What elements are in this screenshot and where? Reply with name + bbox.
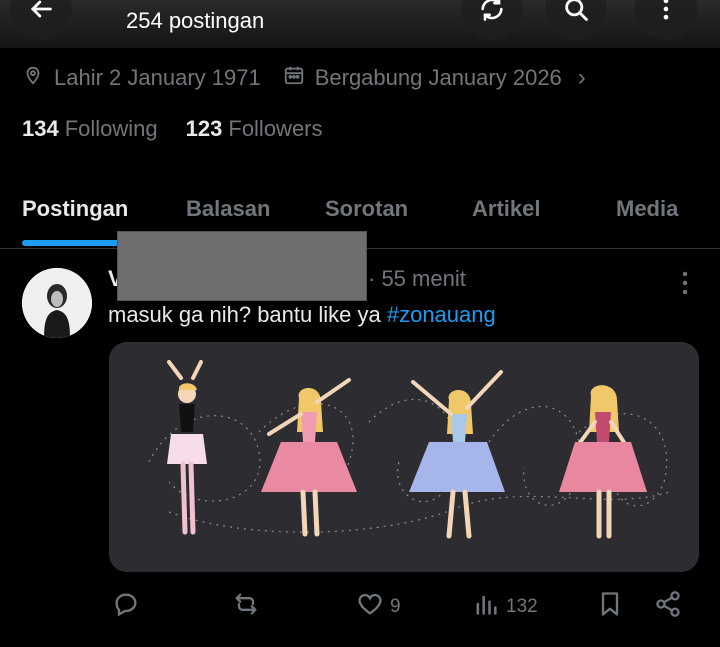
tweet-text: masuk ga nih? bantu like ya #zonauang — [108, 302, 496, 328]
followers-link[interactable]: 123 Followers — [186, 116, 323, 142]
more-vertical-icon — [652, 0, 680, 28]
tab-sorotan[interactable]: Sorotan — [325, 196, 408, 222]
tab-artikel[interactable]: Artikel — [472, 196, 540, 222]
birth-date: Lahir 2 January 1971 — [22, 64, 261, 92]
search-icon — [562, 0, 590, 28]
followers-label: Followers — [228, 116, 323, 141]
location-pin-icon — [22, 64, 54, 92]
bookmark-icon — [596, 590, 630, 624]
heart-icon — [356, 590, 390, 624]
retweet-button[interactable] — [232, 590, 266, 624]
tweet-image[interactable] — [109, 342, 699, 572]
reply-button[interactable] — [112, 590, 146, 624]
arrow-left-icon — [27, 0, 55, 28]
following-link[interactable]: 134 Following — [22, 116, 158, 142]
followers-count: 123 — [185, 116, 223, 141]
redaction-box — [117, 231, 367, 301]
bookmark-button[interactable] — [596, 590, 630, 624]
following-label: Following — [64, 116, 158, 141]
tweet-more-button[interactable] — [676, 270, 694, 301]
retweet-icon — [232, 590, 266, 624]
avatar[interactable] — [22, 268, 92, 338]
back-button[interactable] — [10, 0, 72, 40]
views-count: 132 — [506, 596, 538, 617]
tweet-body: masuk ga nih? bantu like ya — [108, 302, 387, 327]
birth-date-text: Lahir 2 January 1971 — [54, 65, 261, 90]
join-date: Bergabung January 2026 — [283, 64, 562, 92]
like-count: 9 — [390, 596, 401, 617]
bar-chart-icon — [472, 590, 506, 624]
tweet-actions: 9 132 — [0, 590, 720, 630]
reply-icon — [112, 590, 146, 624]
views-button[interactable]: 132 — [472, 590, 538, 624]
follow-stats: 134 Following 123 Followers — [22, 116, 323, 142]
share-icon — [654, 590, 688, 624]
tab-postingan[interactable]: Postingan — [22, 196, 128, 222]
profile-header: 254 postingan — [0, 0, 720, 48]
more-button[interactable] — [635, 0, 697, 40]
calendar-icon — [283, 64, 315, 92]
tab-balasan[interactable]: Balasan — [186, 196, 270, 222]
more-vertical-icon — [676, 271, 694, 300]
search-button[interactable] — [545, 0, 607, 40]
refresh-icon — [478, 0, 506, 28]
post-count: 254 postingan — [126, 8, 265, 33]
hashtag-link[interactable]: #zonauang — [387, 302, 496, 327]
like-button[interactable]: 9 — [356, 590, 401, 624]
profile-meta: Lahir 2 January 1971 Bergabung January 2… — [22, 62, 586, 94]
following-count: 134 — [22, 116, 59, 141]
refresh-button[interactable] — [461, 0, 523, 40]
join-date-text: Bergabung January 2026 — [314, 65, 562, 90]
chevron-right-icon[interactable]: › — [578, 64, 586, 92]
tab-media[interactable]: Media — [616, 196, 678, 222]
share-button[interactable] — [654, 590, 688, 624]
tweet-time[interactable]: · 55 menit — [368, 266, 466, 292]
